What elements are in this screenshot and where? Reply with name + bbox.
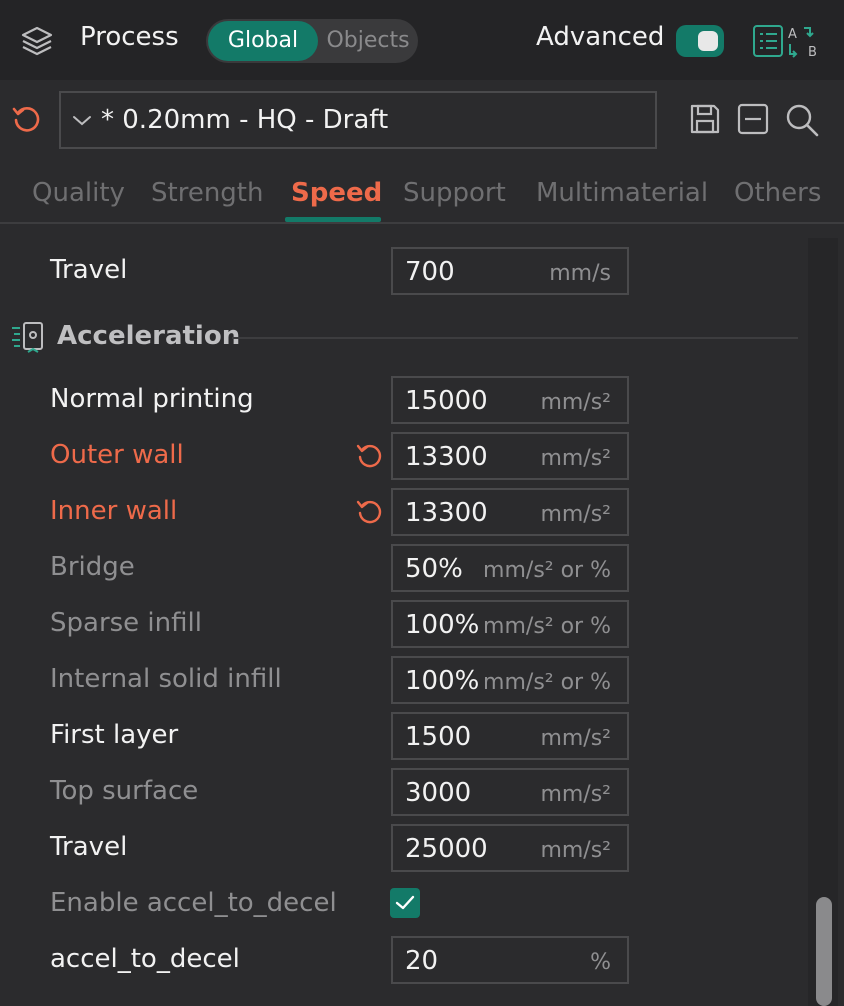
field-value: 25000 [405,834,488,864]
layers-icon [21,26,53,56]
scrollbar-thumb[interactable] [816,897,832,1006]
objects-tab[interactable]: Objects [320,21,416,61]
field-unit: mm/s² [540,390,611,415]
scrollbar-track[interactable] [808,238,838,1006]
travel-speed-label: Travel [50,255,128,285]
field-value: 20 [405,946,439,976]
minus-icon[interactable] [736,102,770,136]
acceleration-icon [12,322,43,353]
internal-solid-infill-field[interactable]: 100% mm/s² or % [391,656,629,704]
field-value: 1500 [405,722,472,752]
travel-acceleration-field[interactable]: 25000 mm/s² [391,824,629,872]
travel-acceleration-label: Travel [50,832,128,862]
field-unit: mm/s² [540,838,611,863]
global-tab[interactable]: Global [208,21,318,61]
advanced-label: Advanced [536,22,665,52]
panel-title: Process [80,22,179,52]
accel-to-decel-field[interactable]: 20 % [391,936,629,984]
top-surface-label: Top surface [50,776,199,806]
tab-strength[interactable]: Strength [151,178,263,208]
enable-accel-to-decel-checkbox[interactable] [390,888,420,918]
reset-icon[interactable] [10,103,42,135]
tab-speed[interactable]: Speed [291,178,382,208]
svg-text:B: B [808,45,817,60]
reset-icon[interactable] [354,441,384,471]
field-value: 100% [405,666,480,696]
field-value: 700 [405,257,455,287]
tab-support[interactable]: Support [403,178,506,208]
active-tab-indicator [285,217,381,222]
field-value: 3000 [405,778,472,808]
field-value: 13300 [405,498,488,528]
field-unit: mm/s² [540,782,611,807]
field-value: 50% [405,554,463,584]
section-divider [232,337,798,339]
advanced-toggle[interactable] [676,25,724,57]
preset-name: * 0.20mm - HQ - Draft [101,105,389,135]
compare-icon[interactable]: A B [752,22,824,60]
field-unit: mm/s² [540,502,611,527]
outer-wall-field[interactable]: 13300 mm/s² [391,432,629,480]
tab-multimaterial[interactable]: Multimaterial [536,178,708,208]
toggle-knob [698,31,718,51]
field-unit: % [590,950,611,975]
field-value: 15000 [405,386,488,416]
tab-others[interactable]: Others [734,178,821,208]
field-unit: mm/s² or % [483,558,611,583]
normal-printing-label: Normal printing [50,384,254,414]
field-value: 100% [405,610,480,640]
field-unit: mm/s² [540,446,611,471]
field-unit: mm/s² or % [483,670,611,695]
process-header: Process Global Objects Advanced A B [0,0,844,80]
chevron-down-icon [73,116,91,126]
preset-dropdown[interactable]: * 0.20mm - HQ - Draft [59,91,657,149]
sparse-infill-field[interactable]: 100% mm/s² or % [391,600,629,648]
inner-wall-label: Inner wall [50,496,178,526]
svg-text:A: A [788,27,797,42]
travel-speed-field[interactable]: 700 mm/s [391,247,629,295]
bridge-label: Bridge [50,552,135,582]
save-icon[interactable] [688,102,722,136]
internal-solid-infill-label: Internal solid infill [50,664,282,694]
settings-tabs: Quality Strength Speed Support Multimate… [0,168,844,224]
enable-accel-to-decel-label: Enable accel_to_decel [50,888,337,918]
bridge-field[interactable]: 50% mm/s² or % [391,544,629,592]
search-icon[interactable] [784,102,820,138]
outer-wall-label: Outer wall [50,440,184,470]
scope-segmented-control: Global Objects [206,19,418,63]
field-unit: mm/s² or % [483,614,611,639]
first-layer-field[interactable]: 1500 mm/s² [391,712,629,760]
inner-wall-field[interactable]: 13300 mm/s² [391,488,629,536]
sparse-infill-label: Sparse infill [50,608,202,638]
top-surface-field[interactable]: 3000 mm/s² [391,768,629,816]
field-unit: mm/s² [540,726,611,751]
acceleration-section-title: Acceleration [57,321,241,351]
first-layer-label: First layer [50,720,179,750]
tab-quality[interactable]: Quality [32,178,125,208]
normal-printing-field[interactable]: 15000 mm/s² [391,376,629,424]
field-unit: mm/s [549,261,611,286]
field-value: 13300 [405,442,488,472]
accel-to-decel-label: accel_to_decel [50,944,240,974]
reset-icon[interactable] [354,497,384,527]
checkmark-icon [395,895,415,910]
